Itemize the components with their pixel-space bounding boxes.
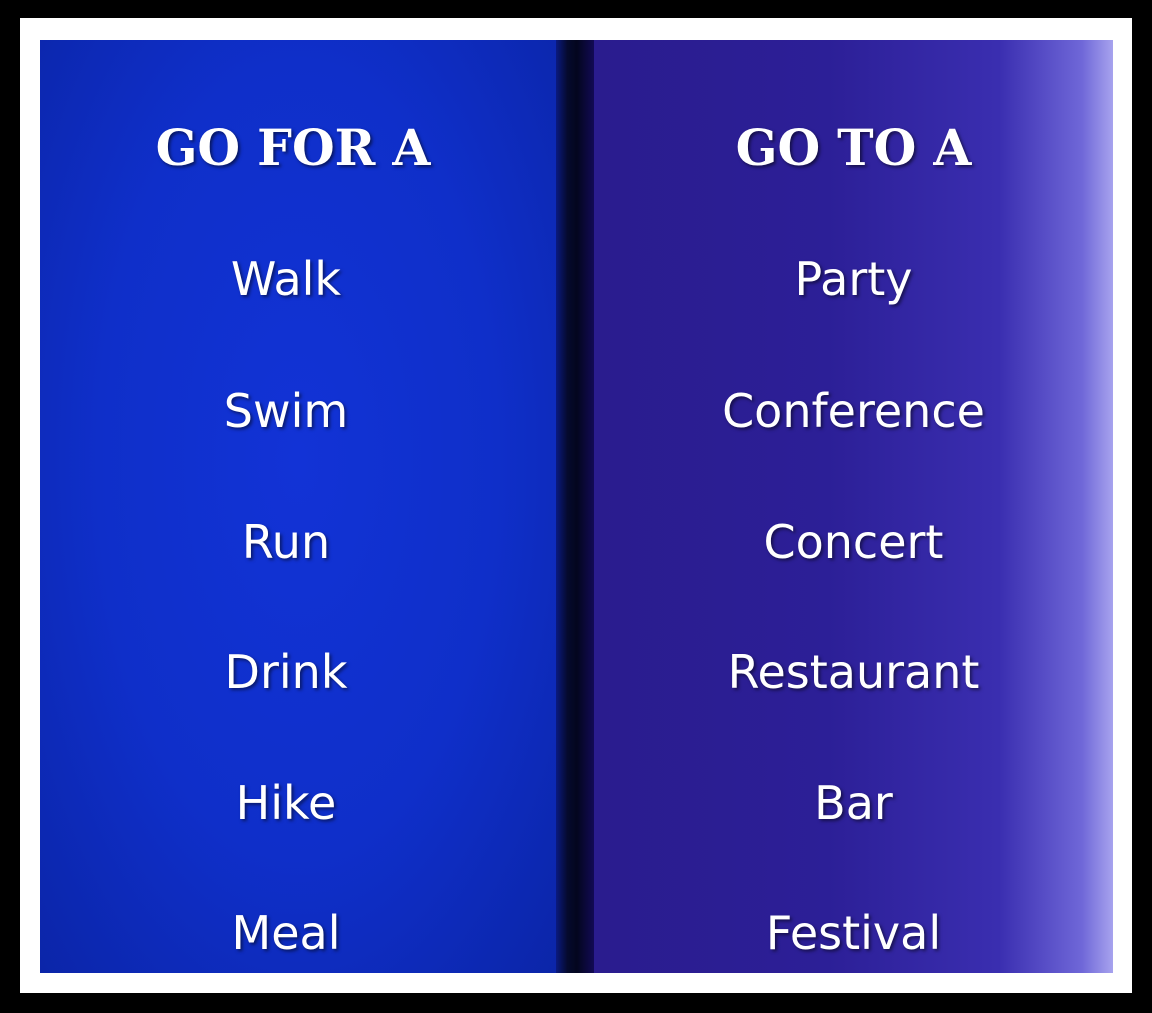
go-for-item: Walk [230,252,342,306]
go-to-item: Conference [722,384,985,438]
go-to-item: Bar [814,776,893,830]
go-for-item: Run [241,515,331,569]
go-for-item: Drink [224,645,348,699]
comparison-panel: GO FOR A Walk Swim Run Drink Hike Meal G… [40,40,1113,973]
go-for-item: Meal [231,906,341,960]
go-to-a-column: GO TO A Party Conference Concert Restaur… [594,40,1113,973]
column-divider [556,40,594,973]
go-for-item: Swim [223,384,349,438]
go-to-item: Party [794,252,913,306]
go-for-a-column: GO FOR A Walk Swim Run Drink Hike Meal [40,40,556,973]
go-to-a-heading: GO TO A [735,118,972,177]
go-for-item: Hike [235,776,337,830]
go-to-item: Festival [765,906,942,960]
go-for-a-heading: GO FOR A [155,118,431,177]
go-to-item: Concert [763,515,944,569]
go-to-item: Restaurant [727,645,980,699]
